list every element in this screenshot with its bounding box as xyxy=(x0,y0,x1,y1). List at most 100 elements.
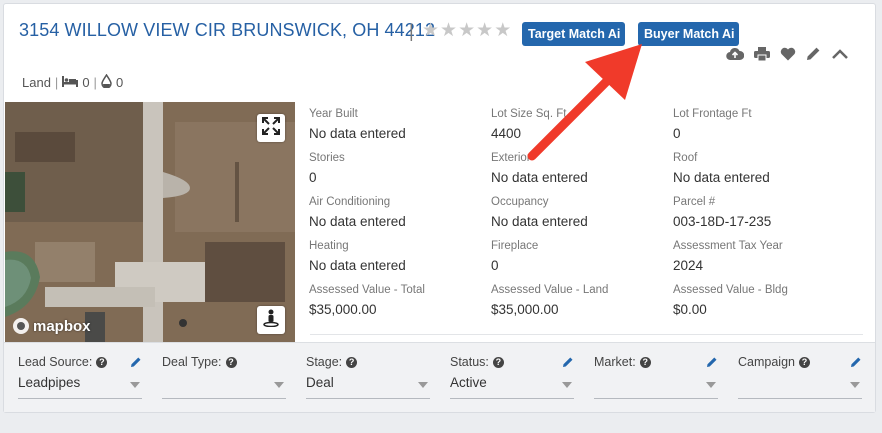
stage-select[interactable]: Deal xyxy=(306,373,430,399)
target-match-ai-button[interactable]: Target Match Ai xyxy=(522,22,625,46)
help-icon[interactable]: ? xyxy=(639,356,651,368)
detail-value: $0.00 xyxy=(673,302,707,317)
property-type: Land xyxy=(22,75,51,90)
detail-value: No data entered xyxy=(309,258,406,273)
detail-value: 0 xyxy=(491,258,499,273)
pencil-icon[interactable] xyxy=(562,355,574,373)
bed-count: 0 xyxy=(82,75,90,90)
field-label: Deal Type: xyxy=(162,355,222,369)
detail-value: $35,000.00 xyxy=(309,302,377,317)
lead-source-select[interactable]: Leadpipes xyxy=(18,373,142,399)
market-select[interactable] xyxy=(594,373,718,399)
detail-assessment-tax-year: Assessment Tax Year 2024 xyxy=(673,240,853,273)
field-label: Market: xyxy=(594,355,636,369)
market-field[interactable]: Market:? xyxy=(594,355,718,399)
chevron-up-icon[interactable] xyxy=(831,48,849,60)
detail-lot-frontage: Lot Frontage Ft 0 xyxy=(673,108,853,141)
buyer-match-ai-button[interactable]: Buyer Match Ai xyxy=(638,22,739,46)
street-view-icon xyxy=(263,309,279,332)
deal-type-field[interactable]: Deal Type:? xyxy=(162,355,286,399)
card-toolbar xyxy=(726,46,849,61)
detail-assessed-land: Assessed Value - Land $35,000.00 xyxy=(491,284,671,317)
pencil-icon[interactable] xyxy=(130,355,142,373)
deal-type-select[interactable] xyxy=(162,373,286,399)
detail-air-conditioning: Air Conditioning No data entered xyxy=(309,196,489,229)
help-icon[interactable]: ? xyxy=(96,356,108,368)
star-icon[interactable]: ★ xyxy=(458,21,475,41)
help-icon[interactable]: ? xyxy=(492,356,504,368)
caret-down-icon xyxy=(850,382,860,388)
pencil-icon[interactable] xyxy=(850,355,862,373)
detail-value: 0 xyxy=(309,170,317,185)
detail-value: 003-18D-17-235 xyxy=(673,214,772,229)
detail-assessed-bldg: Assessed Value - Bldg $0.00 xyxy=(673,284,853,317)
help-icon[interactable]: ? xyxy=(225,356,237,368)
field-label: Campaign xyxy=(738,355,795,369)
detail-label: Air Conditioning xyxy=(309,196,391,208)
detail-value: 4400 xyxy=(491,126,522,141)
caret-down-icon xyxy=(418,382,428,388)
lead-source-field[interactable]: Lead Source:? Leadpipes xyxy=(18,355,142,399)
field-value: Leadpipes xyxy=(18,375,81,390)
caret-down-icon xyxy=(274,382,284,388)
field-label: Stage: xyxy=(306,355,343,369)
detail-label: Assessed Value - Total xyxy=(309,284,425,296)
detail-label: Exterior xyxy=(491,152,531,164)
detail-label: Assessed Value - Land xyxy=(491,284,609,296)
caret-down-icon xyxy=(130,382,140,388)
detail-label: Lot Size Sq. Ft xyxy=(491,108,567,120)
water-drop-icon xyxy=(101,73,112,91)
detail-label: Lot Frontage Ft xyxy=(673,108,752,120)
detail-label: Fireplace xyxy=(491,240,539,252)
street-view-button[interactable] xyxy=(257,306,285,334)
detail-value: No data entered xyxy=(673,170,770,185)
detail-value: No data entered xyxy=(309,214,406,229)
detail-label: Stories xyxy=(309,152,345,164)
star-icon[interactable]: ★ xyxy=(422,21,439,41)
campaign-select[interactable] xyxy=(738,373,862,399)
detail-roof: Roof No data entered xyxy=(673,152,853,185)
status-select[interactable]: Active xyxy=(450,373,574,399)
field-value: Deal xyxy=(306,375,334,390)
detail-heating: Heating No data entered xyxy=(309,240,489,273)
detail-label: Heating xyxy=(309,240,349,252)
detail-stories: Stories 0 xyxy=(309,152,489,185)
property-meta: Land | 0 | 0 xyxy=(22,73,124,91)
detail-value: 0 xyxy=(673,126,681,141)
print-icon[interactable] xyxy=(754,46,770,61)
help-icon[interactable]: ? xyxy=(346,356,358,368)
star-rating[interactable]: ★ ★ ★ ★ ★ xyxy=(422,21,511,41)
detail-assessed-total: Assessed Value - Total $35,000.00 xyxy=(309,284,489,317)
title-separator: | xyxy=(409,21,414,41)
bed-icon xyxy=(62,75,79,90)
detail-label: Parcel # xyxy=(673,196,716,208)
bath-count: 0 xyxy=(115,75,124,90)
detail-exterior: Exterior No data entered xyxy=(491,152,671,185)
detail-label: Assessed Value - Bldg xyxy=(673,284,788,296)
pencil-icon[interactable] xyxy=(806,46,821,61)
field-value: Active xyxy=(450,375,487,390)
property-address-link[interactable]: 3154 WILLOW VIEW CIR BRUNSWICK, OH 44212 xyxy=(19,20,435,41)
detail-label: Assessment Tax Year xyxy=(673,240,783,252)
detail-value: 2024 xyxy=(673,258,704,273)
star-icon[interactable]: ★ xyxy=(440,21,457,41)
cloud-upload-icon[interactable] xyxy=(726,47,744,61)
deal-fields-footer: Lead Source:? Leadpipes Deal Type:? Stag… xyxy=(4,342,875,412)
field-label: Lead Source: xyxy=(18,355,93,369)
status-field[interactable]: Status:? Active xyxy=(450,355,574,399)
star-icon[interactable]: ★ xyxy=(494,21,511,41)
satellite-map[interactable]: mapbox xyxy=(5,102,295,342)
help-icon[interactable]: ? xyxy=(798,356,810,368)
heart-icon[interactable] xyxy=(780,47,796,61)
detail-label: Roof xyxy=(673,152,698,164)
pencil-icon[interactable] xyxy=(706,355,718,373)
fullscreen-button[interactable] xyxy=(257,114,285,142)
stage-field[interactable]: Stage:? Deal xyxy=(306,355,430,399)
detail-parcel: Parcel # 003-18D-17-235 xyxy=(673,196,853,229)
property-card: 3154 WILLOW VIEW CIR BRUNSWICK, OH 44212… xyxy=(3,3,876,413)
star-icon[interactable]: ★ xyxy=(476,21,493,41)
detail-fireplace: Fireplace 0 xyxy=(491,240,671,273)
detail-value: No data entered xyxy=(309,126,406,141)
detail-value: No data entered xyxy=(491,170,588,185)
campaign-field[interactable]: Campaign? xyxy=(738,355,862,399)
